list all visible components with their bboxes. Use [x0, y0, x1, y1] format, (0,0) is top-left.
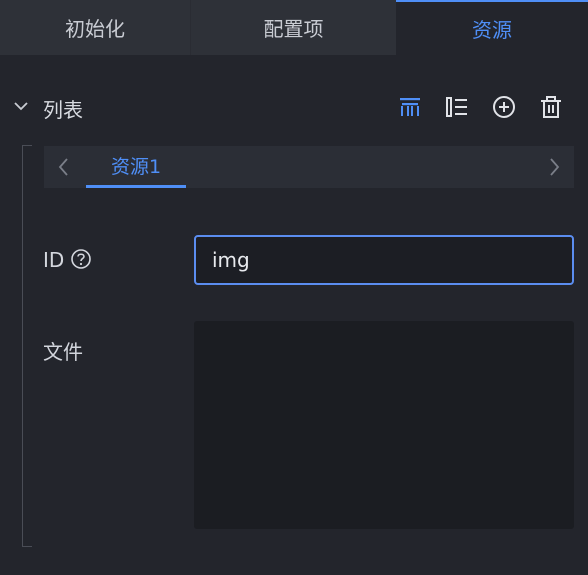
top-tabs: 初始化 配置项 资源: [0, 0, 588, 55]
file-upload-area[interactable]: [194, 321, 574, 529]
chevron-down-icon[interactable]: [13, 98, 29, 114]
chevron-left-icon[interactable]: [54, 156, 74, 178]
id-input[interactable]: [194, 235, 574, 285]
resource-tab-strip: 资源1: [44, 146, 574, 188]
tab-resources[interactable]: 资源: [396, 0, 588, 55]
tab-init[interactable]: 初始化: [0, 0, 190, 55]
help-icon[interactable]: [70, 248, 92, 270]
resource-tab-1[interactable]: 资源1: [86, 146, 186, 188]
file-label: 文件: [43, 340, 83, 364]
add-circle-icon[interactable]: [491, 94, 517, 120]
delete-icon[interactable]: [538, 94, 564, 120]
collapse-all-icon[interactable]: [397, 94, 423, 120]
tree-guide-line: [22, 145, 32, 547]
list-title: 列表: [43, 98, 83, 122]
tab-config[interactable]: 配置项: [190, 0, 396, 55]
id-label: ID: [43, 248, 65, 272]
list-header: 列表: [0, 88, 588, 128]
chevron-right-icon[interactable]: [544, 156, 564, 178]
list-outline-icon[interactable]: [444, 94, 470, 120]
